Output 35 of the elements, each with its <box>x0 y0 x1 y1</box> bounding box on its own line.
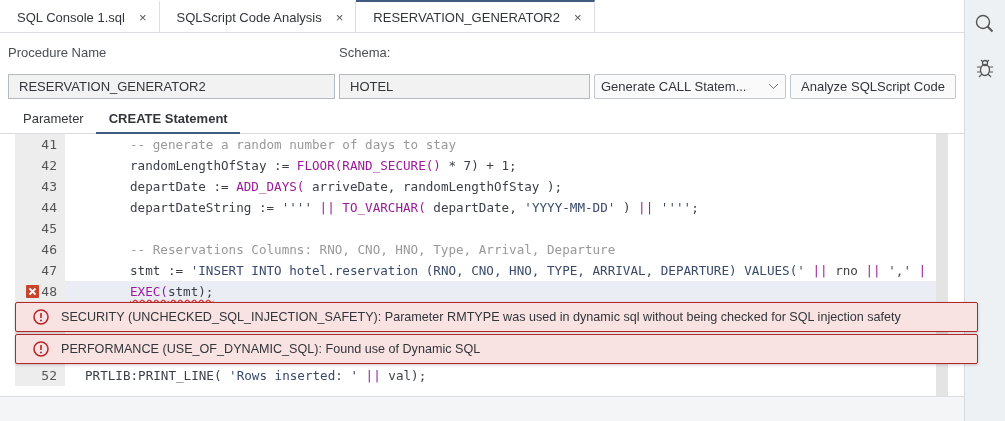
alert-icon <box>33 309 49 325</box>
line-number: 45 <box>41 221 57 236</box>
error-message: SECURITY (UNCHECKED_SQL_INJECTION_SAFETY): Parameter RMTYPE was used in dynamic sql without being checked for SQL injection safety <box>15 302 978 332</box>
line-number: 48 <box>41 284 57 299</box>
code-line: -- Reservations Columns: RNO, CNO, HNO, Type, Arrival, Departure <box>129 242 616 257</box>
generate-dropdown[interactable]: Generate CALL Statem... <box>594 74 786 99</box>
code-line: departDate := ADD_DAYS( arriveDate, randomLengthOfStay ); <box>129 179 563 194</box>
caret-icon <box>768 83 779 90</box>
line-number: 44 <box>41 200 57 215</box>
editor-tab[interactable]: RESERVATION_GENERATOR2 × <box>356 0 595 32</box>
field-label: Schema: <box>339 45 392 60</box>
code-line: PRTLIB:PRINT_LINE( 'Rows inserted: ' || val); <box>84 368 427 383</box>
bug-icon[interactable] <box>975 58 995 78</box>
line-number: 46 <box>41 242 57 257</box>
close-icon[interactable]: × <box>573 9 582 25</box>
line-number: 42 <box>41 158 57 173</box>
alert-icon <box>33 341 49 357</box>
sub-tab[interactable]: Parameter <box>10 111 96 134</box>
schema-field[interactable]: HOTEL <box>339 74 590 99</box>
code-line: -- generate a random number of days to stay <box>129 137 457 152</box>
line-number: 41 <box>41 137 57 152</box>
analyze-button[interactable]: Analyze SQLScript Code <box>790 74 956 99</box>
code-line: departDateString := '''' || TO_VARCHAR( departDate, 'YYYY-MM-DD' ) || ''''; <box>129 200 699 215</box>
search-icon[interactable] <box>975 14 995 34</box>
procedure-name-field[interactable]: RESERVATION_GENERATOR2 <box>8 74 335 99</box>
code-line: EXEC(stmt); <box>129 284 214 299</box>
close-icon[interactable]: × <box>335 9 344 25</box>
line-number: 52 <box>41 368 57 383</box>
code-line: randomLengthOfStay := FLOOR(RAND_SECURE() * 7) + 1; <box>129 158 517 173</box>
line-number: 43 <box>41 179 57 194</box>
close-icon[interactable]: × <box>138 9 147 25</box>
line-number: 47 <box>41 263 57 278</box>
field-label: Procedure Name <box>8 45 108 60</box>
error-message: PERFORMANCE (USE_OF_DYNAMIC_SQL): Found use of Dynamic SQL <box>15 334 978 364</box>
code-line: stmt := 'INSERT INTO hotel.reservation (RNO, CNO, HNO, TYPE, ARRIVAL, DEPARTURE) VALUES(' || rno || ',' | <box>129 263 927 278</box>
